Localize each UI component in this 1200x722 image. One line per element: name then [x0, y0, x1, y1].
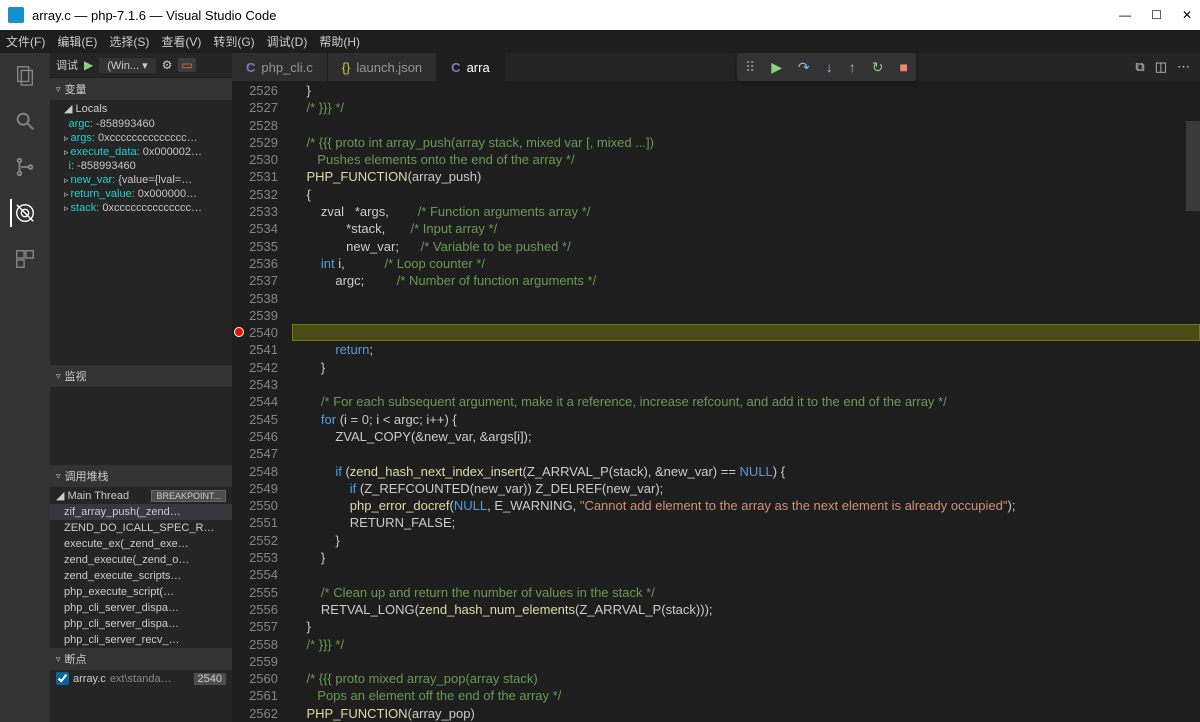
maximize-icon[interactable]: ☐: [1151, 8, 1162, 22]
step-out-icon[interactable]: ↑: [849, 59, 856, 75]
menu-item[interactable]: 帮助(H): [319, 33, 360, 50]
search-icon[interactable]: [11, 107, 39, 135]
locals-scope[interactable]: ◢ Locals: [50, 100, 232, 117]
explorer-icon[interactable]: [11, 61, 39, 89]
code-editor[interactable]: 2526252725282529253025312532253325342535…: [232, 81, 1200, 722]
step-into-icon[interactable]: ↓: [826, 59, 833, 75]
debug-settings-icon[interactable]: ⚙: [162, 58, 173, 72]
debug-label: 调试: [56, 57, 78, 73]
git-icon[interactable]: [11, 153, 39, 181]
variable-row[interactable]: ▹stack: 0xcccccccccccccc…: [50, 201, 232, 215]
editor-tab[interactable]: {}launch.json: [328, 53, 437, 81]
thread-row[interactable]: ◢ Main ThreadBREAKPOINT...: [50, 487, 232, 504]
variable-row[interactable]: i: -858993460: [50, 159, 232, 173]
variable-row[interactable]: argc: -858993460: [50, 117, 232, 131]
restart-icon[interactable]: ↻: [872, 59, 884, 76]
window-title: array.c — php-7.1.6 — Visual Studio Code: [32, 8, 276, 23]
minimize-icon[interactable]: —: [1119, 8, 1131, 22]
drag-handle-icon[interactable]: ⠿: [745, 59, 755, 76]
variable-row[interactable]: ▹new_var: {value={lval=…: [50, 173, 232, 187]
close-icon[interactable]: ✕: [1182, 8, 1192, 22]
callstack-frame[interactable]: ZEND_DO_ICALL_SPEC_R…: [50, 520, 232, 536]
menubar: 文件(F) 编辑(E) 选择(S) 查看(V) 转到(G) 调试(D) 帮助(H): [0, 30, 1200, 53]
callstack-frame[interactable]: execute_ex(_zend_exe…: [50, 536, 232, 552]
editor-tab[interactable]: Carra: [437, 53, 505, 81]
titlebar: array.c — php-7.1.6 — Visual Studio Code…: [0, 0, 1200, 30]
watch-header[interactable]: ▿监视: [50, 365, 232, 387]
vscode-logo-icon: [8, 7, 24, 23]
menu-item[interactable]: 编辑(E): [57, 33, 97, 50]
continue-icon[interactable]: ▶: [771, 59, 782, 76]
breakpoint-item[interactable]: array.c ext\standa… 2540: [50, 670, 232, 687]
callstack-frame[interactable]: zend_execute(_zend_o…: [50, 552, 232, 568]
menu-item[interactable]: 选择(S): [109, 33, 149, 50]
debug-sidebar: 调试 ▶ (Win... ▾ ⚙ ▭ ▿变量 ◢ Locals argc: -8…: [50, 53, 232, 722]
compare-icon[interactable]: ⧉: [1135, 59, 1144, 75]
breakpoint-checkbox[interactable]: [56, 672, 69, 685]
start-debug-icon[interactable]: ▶: [84, 58, 93, 72]
variables-header[interactable]: ▿变量: [50, 78, 232, 100]
menu-item[interactable]: 查看(V): [161, 33, 201, 50]
menu-item[interactable]: 调试(D): [267, 33, 308, 50]
callstack-header[interactable]: ▿调用堆栈: [50, 465, 232, 487]
step-over-icon[interactable]: ↷: [798, 59, 810, 76]
activity-bar: [0, 53, 50, 722]
editor-tab[interactable]: Cphp_cli.c: [232, 53, 328, 81]
variable-row[interactable]: ▹return_value: 0x000000…: [50, 187, 232, 201]
menu-item[interactable]: 文件(F): [6, 33, 45, 50]
debug-icon[interactable]: [10, 199, 38, 227]
callstack-frame[interactable]: php_execute_script(…: [50, 584, 232, 600]
debug-config-dropdown[interactable]: (Win... ▾: [99, 58, 155, 73]
stop-icon[interactable]: ■: [900, 59, 908, 75]
callstack-frame[interactable]: php_cli_server_dispa…: [50, 616, 232, 632]
variable-row[interactable]: ▹execute_data: 0x000002…: [50, 145, 232, 159]
callstack-frame[interactable]: zif_array_push(_zend…: [50, 504, 232, 520]
debug-toolbar[interactable]: ⠿ ▶ ↷ ↓ ↑ ↻ ■: [737, 53, 916, 81]
callstack-frame[interactable]: zend_execute_scripts…: [50, 568, 232, 584]
extensions-icon[interactable]: [11, 245, 39, 273]
callstack-frame[interactable]: php_cli_server_dispa…: [50, 600, 232, 616]
variable-row[interactable]: ▹args: 0xcccccccccccccc…: [50, 131, 232, 145]
editor-area: Cphp_cli.c{}launch.jsonCarra ⧉ ◫ ⋯ ⠿ ▶ ↷ ↓ …: [232, 53, 1200, 722]
menu-item[interactable]: 转到(G): [213, 33, 254, 50]
more-icon[interactable]: ⋯: [1177, 59, 1190, 75]
breakpoints-header[interactable]: ▿断点: [50, 648, 232, 670]
split-icon[interactable]: ◫: [1155, 59, 1167, 75]
callstack-frame[interactable]: php_cli_server_recv_…: [50, 632, 232, 648]
editor-tabs: Cphp_cli.c{}launch.jsonCarra ⧉ ◫ ⋯: [232, 53, 1200, 81]
debug-console-icon[interactable]: ▭: [178, 58, 195, 72]
